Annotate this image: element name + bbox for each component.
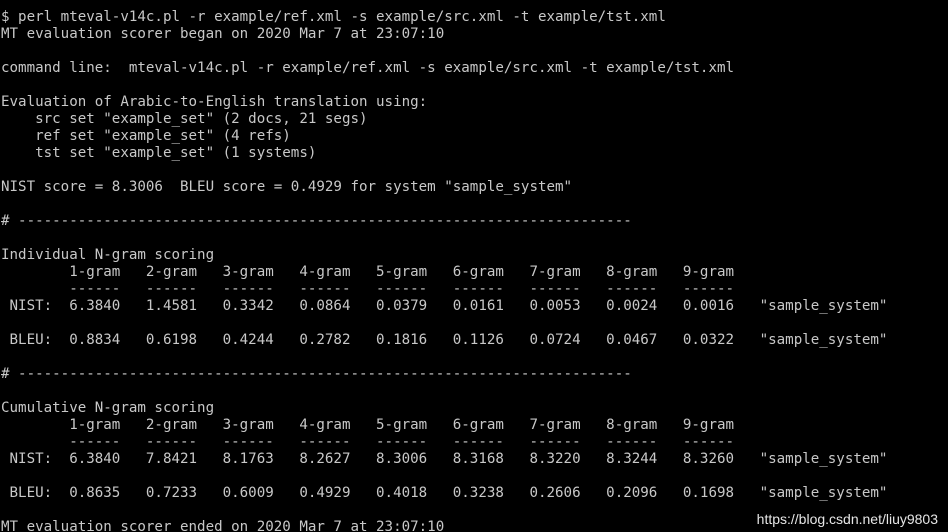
summary-score-line: NIST score = 8.3006 BLEU score = 0.4929 … <box>1 179 573 195</box>
command-prompt-line: $ perl mteval-v14c.pl -r example/ref.xml… <box>1 9 666 25</box>
table-header-row: 1-gram 2-gram 3-gram 4-gram 5-gram 6-gra… <box>1 417 735 433</box>
watermark: https://blog.csdn.net/liuy9803 <box>756 511 938 527</box>
table-divider-row: ------ ------ ------ ------ ------ -----… <box>1 281 735 297</box>
table-header-row: 1-gram 2-gram 3-gram 4-gram 5-gram 6-gra… <box>1 264 735 280</box>
separator-line: # --------------------------------------… <box>1 213 632 229</box>
terminal-line: src set "example_set" (2 docs, 21 segs) <box>1 111 368 127</box>
table-row: BLEU: 0.8635 0.7233 0.6009 0.4929 0.4018… <box>1 485 888 501</box>
terminal-line: command line: mteval-v14c.pl -r example/… <box>1 60 735 76</box>
section-heading: Individual N-gram scoring <box>1 247 215 263</box>
table-divider-row: ------ ------ ------ ------ ------ -----… <box>1 434 735 450</box>
terminal-line: Evaluation of Arabic-to-English translat… <box>1 94 428 110</box>
terminal-line: MT evaluation scorer began on 2020 Mar 7… <box>1 26 445 42</box>
table-row: NIST: 6.3840 7.8421 8.1763 8.2627 8.3006… <box>1 451 888 467</box>
separator-line: # --------------------------------------… <box>1 366 632 382</box>
table-row: NIST: 6.3840 1.4581 0.3342 0.0864 0.0379… <box>1 298 888 314</box>
terminal-line: ref set "example_set" (4 refs) <box>1 128 291 144</box>
table-row: BLEU: 0.8834 0.6198 0.4244 0.2782 0.1816… <box>1 332 888 348</box>
section-heading: Cumulative N-gram scoring <box>1 400 215 416</box>
terminal-window[interactable]: $ perl mteval-v14c.pl -r example/ref.xml… <box>0 0 948 532</box>
terminal-line: tst set "example_set" (1 systems) <box>1 145 317 161</box>
